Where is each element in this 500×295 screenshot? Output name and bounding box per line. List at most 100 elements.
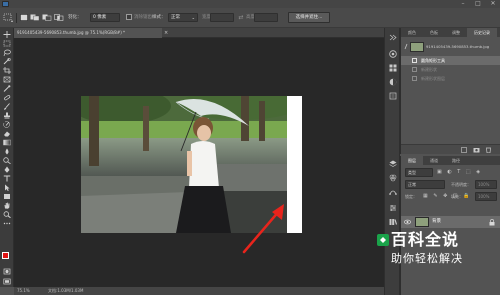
spot-healing-brush-icon[interactable]: [3, 94, 11, 101]
quick-selection-tool-icon[interactable]: [3, 58, 11, 65]
feather-label: 羽化：: [68, 15, 82, 20]
eyedropper-tool-icon[interactable]: [3, 85, 11, 92]
lock-icons[interactable]: ▦ ✎ ✥ ◫ 🔒: [423, 193, 471, 199]
chevron-down-icon: ⌄: [191, 15, 195, 20]
clone-stamp-tool-icon[interactable]: [3, 112, 11, 119]
tab-history[interactable]: 历史记录: [467, 28, 497, 37]
marquee-tool-preset-icon[interactable]: [3, 13, 13, 22]
opacity-input[interactable]: 100%: [475, 180, 497, 189]
quick-mask-icon[interactable]: [3, 268, 11, 275]
history-brush-tool-icon[interactable]: [3, 121, 11, 128]
width-input[interactable]: [210, 13, 234, 22]
subtract-from-selection-icon[interactable]: [42, 14, 52, 21]
layer-name: 背景: [432, 219, 441, 224]
snapshot-thumbnail: [410, 42, 424, 52]
history-item[interactable]: 新建形状: [401, 65, 500, 74]
channels-panel-icon[interactable]: [389, 174, 397, 182]
lock-icon: [489, 219, 495, 226]
style-select-value: 正常: [171, 15, 180, 20]
antialias-checkbox[interactable]: [126, 14, 132, 20]
document-tab-bar: 9191405439-5690853.thumb.jpg @ 75.1%(RGB…: [14, 28, 384, 38]
rectangle-tool-icon[interactable]: [3, 193, 11, 200]
layer-filter-icons[interactable]: ▣ ◐ T ⬚ ◈: [437, 169, 497, 176]
tools-panel: [0, 28, 14, 287]
history-brush-source-icon: [404, 43, 408, 51]
properties-panel-icon[interactable]: [389, 204, 397, 212]
frame-tool-icon[interactable]: [3, 76, 11, 83]
history-item[interactable]: 新建形状图层: [401, 74, 500, 83]
intersect-selection-icon[interactable]: [54, 14, 64, 21]
eraser-tool-icon[interactable]: [3, 130, 11, 137]
history-item-label: 新建形状图层: [421, 76, 445, 81]
lock-label: 锁定：: [405, 194, 417, 199]
history-panel-footer: [401, 144, 500, 154]
layers-panel-icon[interactable]: [389, 160, 397, 168]
close-document-icon[interactable]: ×: [164, 28, 170, 38]
style-select[interactable]: 正常 ⌄: [168, 13, 198, 22]
photoshop-app-icon: [2, 1, 9, 7]
style-label: 样式：: [152, 15, 166, 20]
layer-kind-filter[interactable]: 类型: [405, 168, 433, 177]
antialias-label: 消除锯齿: [134, 15, 152, 20]
maximize-button[interactable]: □: [471, 0, 485, 8]
select-and-mask-button[interactable]: 选择并遮住...: [288, 12, 330, 23]
collapse-panels-icon[interactable]: [389, 34, 397, 41]
gradient-tool-icon[interactable]: [3, 139, 11, 146]
tab-color[interactable]: 颜色: [401, 28, 423, 37]
adjustments-panel-icon[interactable]: [389, 78, 397, 86]
blend-mode-select[interactable]: 正常: [405, 180, 445, 189]
document-tab-title: 9191405439-5690853.thumb.jpg @ 75.1%(RGB…: [17, 30, 126, 35]
height-input[interactable]: [254, 13, 278, 22]
rectangular-marquee-tool-icon[interactable]: [3, 40, 11, 47]
opacity-label: 不透明度：: [451, 182, 471, 187]
blur-tool-icon[interactable]: [3, 148, 11, 155]
canvas-area[interactable]: [14, 38, 384, 287]
history-item[interactable]: 圆角矩形工具: [401, 56, 500, 65]
close-window-button[interactable]: ✕: [486, 0, 500, 8]
tab-channels[interactable]: 通道: [423, 156, 445, 165]
color-panel-icon[interactable]: [389, 50, 397, 58]
type-tool-icon[interactable]: [3, 175, 11, 182]
more-tools-icon[interactable]: [3, 220, 11, 227]
watermark-logo: [377, 234, 389, 246]
layer-row-background[interactable]: 背景: [401, 216, 500, 228]
pen-tool-icon[interactable]: [3, 166, 11, 173]
crop-tool-icon[interactable]: [3, 67, 11, 74]
zoom-tool-icon[interactable]: [3, 211, 11, 218]
tab-paths[interactable]: 路径: [445, 156, 467, 165]
history-snapshot[interactable]: 9191405439-5690853.thumb.jpg: [401, 40, 500, 54]
eye-visibility-icon[interactable]: [404, 219, 411, 225]
tab-layers[interactable]: 图层: [401, 156, 423, 165]
feather-input[interactable]: 0 像素: [90, 13, 120, 22]
hand-tool-icon[interactable]: [3, 202, 11, 209]
delete-state-icon[interactable]: [485, 147, 492, 153]
fill-input[interactable]: 100%: [475, 192, 497, 201]
foreground-color-swatch[interactable]: [2, 252, 9, 259]
tab-swatches[interactable]: 色板: [423, 28, 445, 37]
history-panel-tabs: 颜色 色板 调整 历史记录: [401, 28, 500, 37]
paths-panel-icon[interactable]: [389, 188, 397, 196]
screen-mode-icon[interactable]: [3, 278, 11, 285]
new-selection-icon[interactable]: [20, 14, 28, 21]
zoom-level-readout[interactable]: 75.1%: [17, 287, 30, 295]
tab-adjustments[interactable]: 调整: [445, 28, 467, 37]
lasso-tool-icon[interactable]: [3, 49, 11, 56]
path-selection-tool-icon[interactable]: [3, 184, 11, 191]
create-snapshot-icon[interactable]: [473, 147, 480, 153]
move-tool-icon[interactable]: [3, 31, 11, 38]
new-document-from-state-icon[interactable]: [461, 147, 468, 153]
document-tab[interactable]: 9191405439-5690853.thumb.jpg @ 75.1%(RGB…: [14, 28, 162, 38]
add-to-selection-icon[interactable]: [30, 14, 40, 21]
brush-tool-icon[interactable]: [3, 103, 11, 110]
dodge-tool-icon[interactable]: [3, 157, 11, 164]
libraries-panel-icon[interactable]: [389, 218, 397, 226]
swatches-panel-icon[interactable]: [389, 64, 397, 72]
watermark: 百科全说 助你轻松解决: [369, 230, 499, 290]
history-panel-icon[interactable]: [389, 92, 397, 100]
history-item-label: 圆角矩形工具: [421, 58, 445, 63]
minimize-button[interactable]: –: [456, 0, 470, 8]
swap-width-height-icon[interactable]: ⇄: [237, 13, 245, 22]
watermark-line1: 百科全说: [391, 230, 460, 249]
layers-panel: 图层 通道 路径 类型 ▣ ◐ T ⬚ ◈ 正常 不透明度： 100% 锁定： …: [377, 156, 500, 295]
history-state-icon: [412, 76, 417, 81]
